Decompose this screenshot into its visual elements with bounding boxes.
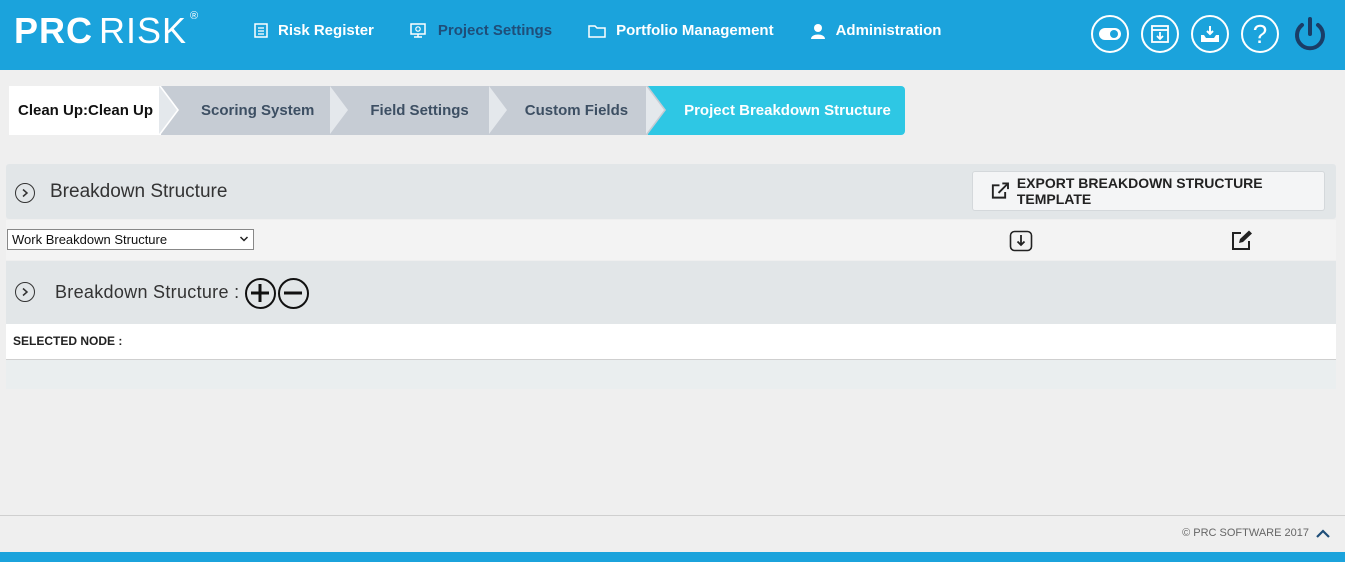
- window-download-icon: [1151, 25, 1169, 43]
- structure-type-select[interactable]: Work Breakdown Structure: [7, 229, 254, 250]
- header-actions: ?: [1091, 15, 1345, 53]
- step-project-breakdown-structure-label: Project Breakdown Structure: [684, 102, 891, 119]
- nav-portfolio-management-label: Portfolio Management: [616, 22, 774, 39]
- help-button[interactable]: ?: [1241, 15, 1279, 53]
- step-scoring-system[interactable]: Scoring System: [161, 85, 351, 135]
- tree-title: Breakdown Structure :: [55, 282, 240, 302]
- selected-node-row: SELECTED NODE :: [6, 324, 1336, 360]
- toggle-icon: [1099, 28, 1121, 40]
- nav-portfolio-management[interactable]: Portfolio Management: [588, 22, 774, 39]
- power-icon[interactable]: [1291, 15, 1329, 53]
- step-field-settings[interactable]: Field Settings: [332, 85, 509, 135]
- project-settings-icon: [410, 23, 426, 38]
- structure-select-row: Work Breakdown Structure: [6, 220, 1336, 260]
- settings-wizard: Clean Up:Clean Up Scoring System Field S…: [9, 85, 905, 135]
- scroll-top-icon[interactable]: [1315, 528, 1331, 540]
- step-field-settings-label: Field Settings: [370, 102, 469, 119]
- step-separator: [330, 85, 351, 134]
- minus-icon: [284, 291, 302, 295]
- window-download-button[interactable]: [1141, 15, 1179, 53]
- export-template-label: EXPORT BREAKDOWN STRUCTURE TEMPLATE: [1016, 175, 1263, 207]
- chevron-right-icon[interactable]: [15, 183, 35, 203]
- user-icon: [810, 23, 825, 39]
- breakdown-tree-header: Breakdown Structure :: [6, 261, 1336, 324]
- nav-project-settings-label: Project Settings: [437, 22, 553, 39]
- step-separator: [159, 85, 180, 134]
- nav-project-settings[interactable]: Project Settings: [410, 22, 552, 39]
- nav-administration-label: Administration: [835, 22, 942, 39]
- structure-type-value: Work Breakdown Structure: [12, 232, 168, 247]
- logo-prc: PRC: [14, 10, 94, 51]
- toggle-button[interactable]: [1091, 15, 1129, 53]
- download-icon[interactable]: [1009, 230, 1033, 252]
- step-clean-up-label: Clean Up:Clean Up: [18, 102, 154, 119]
- app-logo[interactable]: PRC RISK ®: [14, 10, 198, 52]
- selected-node-content: [6, 360, 1336, 389]
- top-header: PRC RISK ® Risk Register Project Settings …: [0, 0, 1345, 70]
- bottom-bar: [0, 552, 1345, 562]
- breakdown-structure-panel: Breakdown Structure EXPORT BREAKDOWN STR…: [6, 164, 1336, 219]
- list-icon: [254, 23, 268, 38]
- plus-icon: [251, 284, 269, 302]
- edit-icon[interactable]: [1231, 229, 1253, 251]
- collapse-all-button[interactable]: [278, 278, 309, 309]
- step-separator: [646, 85, 667, 134]
- copyright-text: © PRC SOFTWARE 2017: [1182, 527, 1309, 539]
- step-project-breakdown-structure[interactable]: Project Breakdown Structure: [648, 86, 905, 135]
- export-template-button[interactable]: EXPORT BREAKDOWN STRUCTURE TEMPLATE: [972, 171, 1325, 211]
- inbox-download-icon: [1201, 26, 1219, 42]
- nav-risk-register[interactable]: Risk Register: [254, 22, 374, 39]
- logo-risk: RISK: [99, 10, 188, 51]
- step-clean-up[interactable]: Clean Up:Clean Up: [9, 85, 180, 135]
- chevron-down-icon: [239, 236, 249, 242]
- panel-title: Breakdown Structure: [50, 181, 228, 202]
- folder-icon: [588, 24, 606, 38]
- step-separator: [488, 85, 509, 134]
- nav-administration[interactable]: Administration: [810, 22, 942, 39]
- help-icon: ?: [1252, 18, 1268, 49]
- selected-node-label: SELECTED NODE :: [13, 334, 123, 348]
- export-icon: [991, 182, 1009, 199]
- main-nav: Risk Register Project Settings Portfolio…: [254, 22, 977, 39]
- step-scoring-system-label: Scoring System: [201, 102, 315, 119]
- inbox-download-button[interactable]: [1191, 15, 1229, 53]
- footer-divider: [0, 515, 1345, 516]
- chevron-right-icon[interactable]: [15, 282, 35, 302]
- nav-risk-register-label: Risk Register: [278, 22, 374, 39]
- step-custom-fields[interactable]: Custom Fields: [490, 85, 667, 135]
- step-custom-fields-label: Custom Fields: [524, 102, 629, 119]
- logo-registered-mark: ®: [189, 10, 200, 22]
- expand-all-button[interactable]: [245, 278, 276, 309]
